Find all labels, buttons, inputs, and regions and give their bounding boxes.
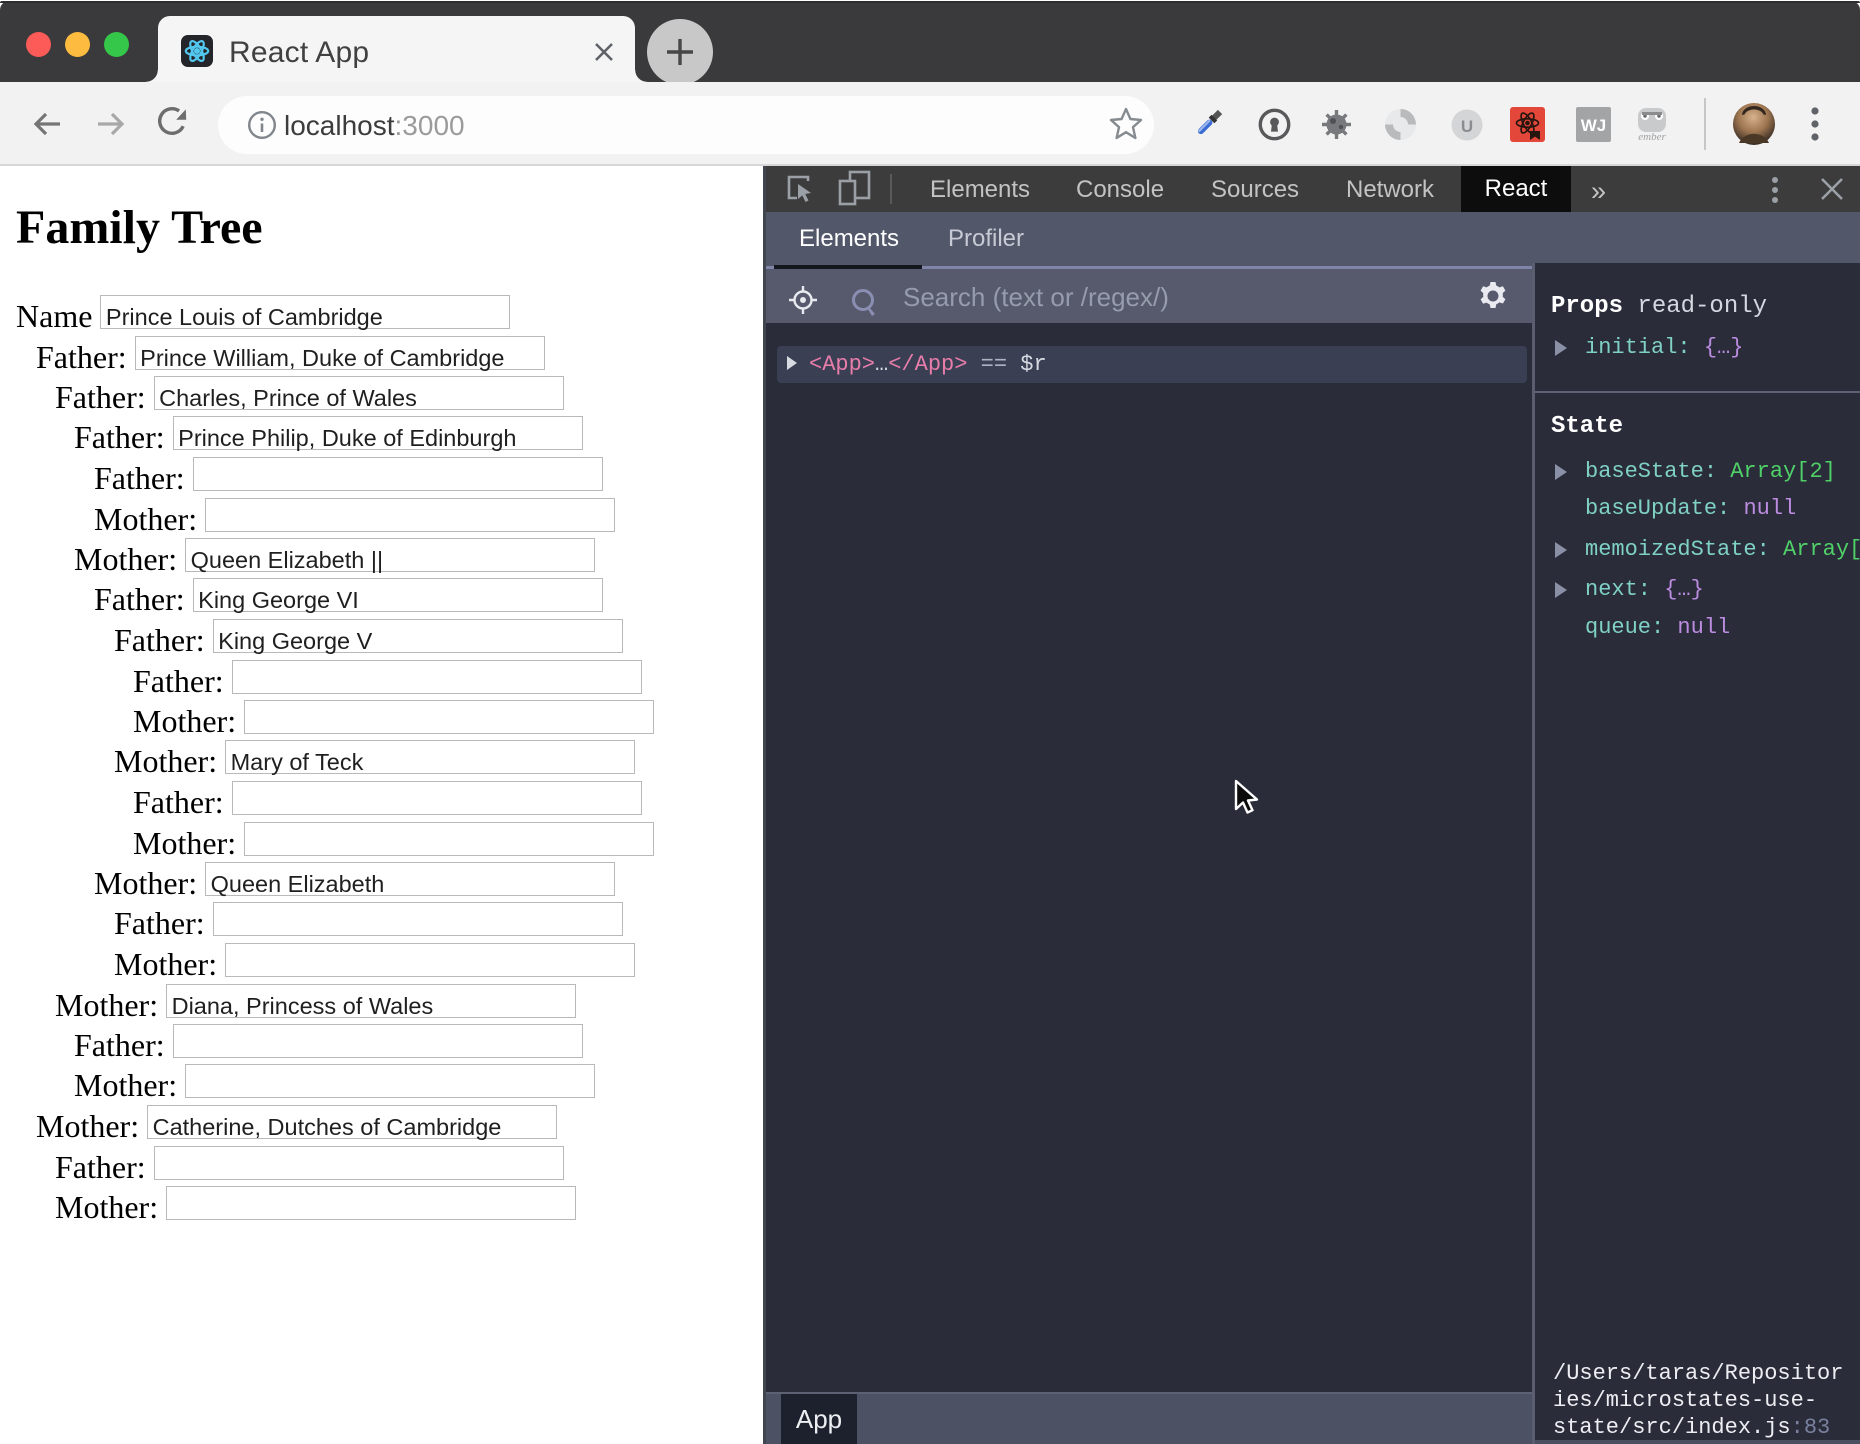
svg-text:WJ: WJ <box>1581 116 1607 135</box>
svg-text:U: U <box>1461 117 1473 136</box>
svg-text:ember: ember <box>1638 131 1666 143</box>
